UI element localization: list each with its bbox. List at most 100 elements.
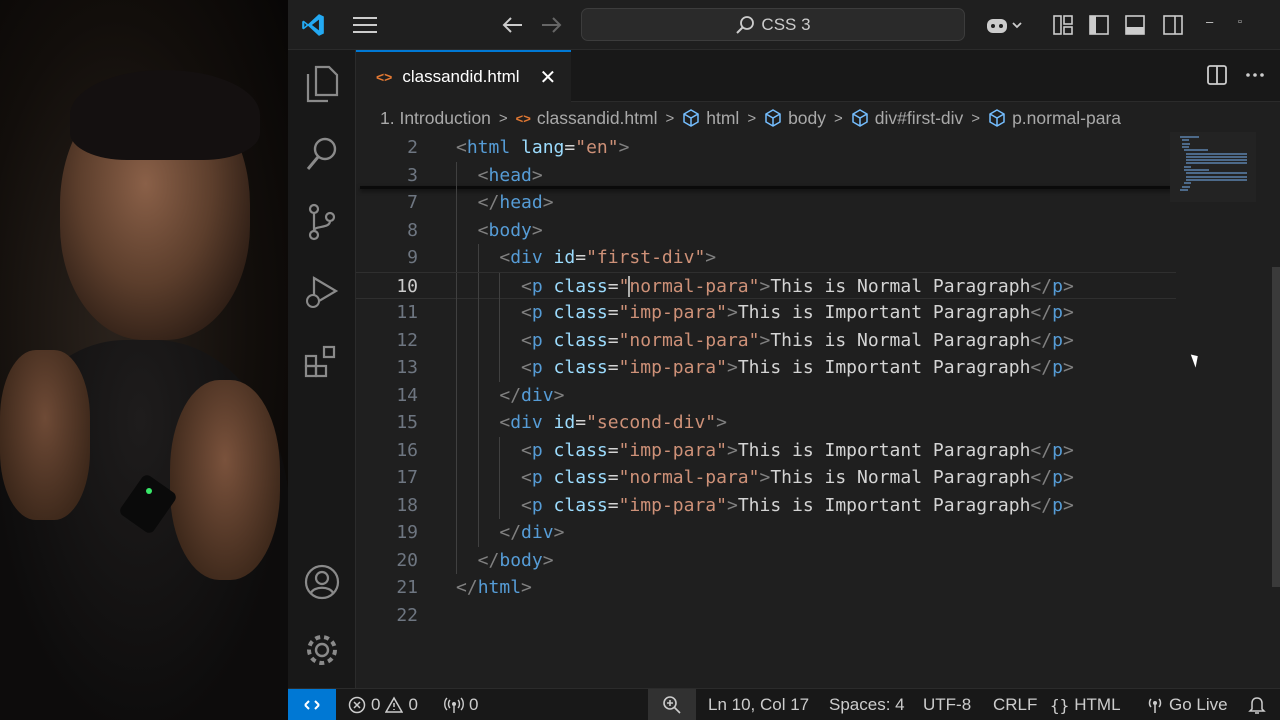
code-line[interactable]: 22 bbox=[356, 602, 1176, 630]
code-line[interactable]: 18 <p class="imp-para">This is Important … bbox=[356, 491, 1176, 519]
toggle-sidebar-icon[interactable] bbox=[1084, 10, 1114, 40]
code-line[interactable]: 15 <div id="second-div"> bbox=[356, 409, 1176, 437]
code-token: "normal-para" bbox=[618, 467, 760, 488]
code-text: </html> bbox=[456, 574, 532, 602]
code-token: > bbox=[726, 302, 738, 323]
code-token: </ bbox=[1030, 494, 1053, 516]
tab-classandid-html[interactable]: <> classandid.html ✕ bbox=[356, 50, 571, 102]
forward-arrow-icon[interactable] bbox=[536, 10, 566, 40]
code-line[interactable]: 14 </div> bbox=[356, 381, 1176, 409]
minimap-line bbox=[1184, 169, 1210, 171]
code-line[interactable]: 12 <p class="normal-para">This is Normal … bbox=[356, 326, 1176, 354]
error-count: 0 bbox=[371, 695, 381, 714]
code-token: < bbox=[521, 357, 532, 378]
search-view-icon[interactable] bbox=[302, 134, 342, 174]
go-live-button[interactable]: Go Live bbox=[1146, 689, 1228, 720]
back-arrow-icon[interactable] bbox=[498, 10, 528, 40]
encoding-setting[interactable]: UTF-8 bbox=[923, 689, 971, 720]
breadcrumb-item-first-div[interactable]: div#first-div bbox=[875, 108, 964, 129]
minimap-line bbox=[1186, 159, 1248, 162]
code-editor[interactable]: 2 <html lang="en"> 3 <head> 7 </head> 8 <body> 9… bbox=[356, 132, 1280, 688]
indent-guide bbox=[499, 299, 501, 327]
indentation-setting[interactable]: Spaces: 4 bbox=[829, 689, 905, 720]
code-token: "imp-para" bbox=[618, 302, 727, 323]
line-number: 3 bbox=[407, 164, 418, 186]
indent-guide bbox=[499, 464, 501, 492]
minimap-line bbox=[1186, 162, 1248, 165]
indent-guide bbox=[456, 216, 457, 244]
zoom-button[interactable] bbox=[648, 689, 696, 720]
code-line[interactable]: 17 <p class="normal-para">This is Normal … bbox=[356, 464, 1176, 492]
code-line[interactable]: 10 <p class="normal-para">This is Normal … bbox=[356, 271, 1176, 300]
end-of-line-setting[interactable]: CRLF bbox=[993, 689, 1037, 720]
notifications-button[interactable] bbox=[1248, 689, 1266, 720]
remote-indicator[interactable] bbox=[288, 689, 336, 720]
explorer-icon[interactable] bbox=[302, 64, 342, 104]
menu-icon[interactable] bbox=[350, 10, 380, 40]
cursor-position[interactable]: Ln 10, Col 17 bbox=[708, 689, 809, 720]
minimap[interactable] bbox=[1170, 132, 1256, 202]
code-token: > bbox=[759, 275, 771, 297]
code-line[interactable]: 19 </div> bbox=[356, 519, 1176, 547]
customize-layout-icon[interactable] bbox=[1048, 10, 1078, 40]
code-token: > bbox=[1062, 357, 1074, 378]
more-actions-icon[interactable] bbox=[1244, 64, 1266, 86]
code-token: "second-div" bbox=[586, 412, 717, 433]
ports-indicator[interactable]: 0 bbox=[444, 689, 478, 720]
breadcrumb-folder[interactable]: 1. Introduction bbox=[380, 108, 491, 129]
problems-indicator[interactable]: 0 0 bbox=[348, 689, 418, 720]
code-token: This is Important Paragraph bbox=[737, 302, 1031, 323]
indent-guide bbox=[456, 326, 457, 354]
code-token: p bbox=[1052, 494, 1063, 516]
breadcrumb-item-html[interactable]: html bbox=[706, 108, 739, 129]
run-debug-icon[interactable] bbox=[302, 272, 342, 312]
code-line[interactable]: 7 </head> bbox=[356, 189, 1176, 217]
ports-count: 0 bbox=[469, 695, 479, 714]
settings-gear-icon[interactable] bbox=[302, 630, 342, 670]
language-mode[interactable]: {} HTML bbox=[1050, 689, 1121, 720]
command-center-search[interactable]: CSS 3 bbox=[581, 8, 965, 41]
maximize-window-icon[interactable]: ▫ bbox=[1238, 16, 1242, 28]
line-number: 10 bbox=[396, 275, 418, 297]
editor-scrollbar[interactable] bbox=[1272, 132, 1280, 688]
webcam-overlay bbox=[0, 0, 288, 720]
tab-label: classandid.html bbox=[402, 67, 520, 86]
split-editor-icon[interactable] bbox=[1206, 64, 1228, 86]
code-token: > bbox=[542, 192, 554, 213]
code-line[interactable]: 8 <body> bbox=[356, 216, 1176, 244]
warning-icon bbox=[385, 696, 404, 713]
copilot-icon[interactable] bbox=[982, 10, 1028, 40]
toggle-secondary-sidebar-icon[interactable] bbox=[1158, 10, 1188, 40]
code-line[interactable]: 16 <p class="imp-para">This is Important … bbox=[356, 436, 1176, 464]
scrollbar-thumb[interactable] bbox=[1272, 267, 1280, 587]
html-file-icon: <> bbox=[515, 110, 531, 126]
code-text: <p class="imp-para">This is Important Pa… bbox=[521, 354, 1074, 382]
code-line[interactable]: 2 <html lang="en"> bbox=[356, 134, 1176, 162]
code-line[interactable]: 3 <head> bbox=[356, 161, 1176, 189]
breadcrumb-item-normal-para[interactable]: p.normal-para bbox=[1012, 108, 1121, 129]
minimap-line bbox=[1186, 178, 1248, 181]
activity-bar bbox=[288, 50, 356, 688]
account-icon[interactable] bbox=[302, 562, 342, 602]
code-line[interactable]: 20 </body> bbox=[356, 546, 1176, 574]
toggle-panel-icon[interactable] bbox=[1120, 10, 1150, 40]
extensions-icon[interactable] bbox=[302, 342, 342, 382]
code-line[interactable]: 21 </html> bbox=[356, 574, 1176, 602]
code-line[interactable]: 9 <div id="first-div"> bbox=[356, 244, 1176, 272]
minimize-window-icon[interactable]: – bbox=[1206, 14, 1213, 29]
code-text: </div> bbox=[499, 519, 564, 547]
line-number: 2 bbox=[407, 137, 418, 158]
indent-guide bbox=[477, 436, 479, 464]
code-token: </ bbox=[1030, 357, 1053, 378]
minimap-line bbox=[1186, 172, 1248, 175]
code-line[interactable]: 13 <p class="imp-para">This is Important … bbox=[356, 354, 1176, 382]
code-token: < bbox=[499, 247, 511, 268]
breadcrumb-item-body[interactable]: body bbox=[788, 108, 826, 129]
code-text: <div id="first-div"> bbox=[499, 244, 716, 272]
box-icon bbox=[852, 109, 868, 127]
breadcrumb-file[interactable]: classandid.html bbox=[537, 108, 658, 129]
code-line[interactable]: 11 <p class="imp-para">This is Important … bbox=[356, 299, 1176, 327]
code-text: <html lang="en"> bbox=[456, 134, 629, 162]
source-control-icon[interactable] bbox=[302, 202, 342, 242]
close-icon[interactable]: ✕ bbox=[540, 65, 557, 90]
